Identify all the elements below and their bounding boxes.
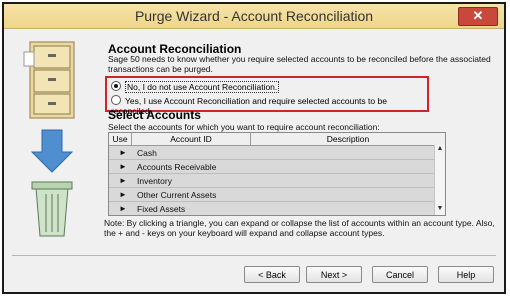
accounts-grid: Use Account ID Description ► Cash ► Accoun… [108,132,446,216]
back-button[interactable]: < Back [244,266,300,283]
table-row[interactable]: ► Cash [109,146,445,160]
account-type-label: Cash [137,147,157,158]
column-header-account-id: Account ID [132,133,251,145]
window-title: Purge Wizard - Account Reconciliation [134,8,374,24]
note-text: Note: By clicking a triangle, you can ex… [104,218,495,238]
footer-divider [12,255,496,256]
file-cabinet-icon [23,41,75,237]
account-type-label: Other Current Assets [137,189,217,200]
scroll-up-icon[interactable]: ▲ [435,145,445,155]
table-row[interactable]: ► Accounts Receivable [109,160,445,174]
expand-triangle-icon[interactable]: ► [109,190,137,199]
expand-triangle-icon[interactable]: ► [109,204,137,213]
help-button[interactable]: Help [438,266,494,283]
account-type-label: Fixed Assets [137,203,186,214]
account-type-label: Accounts Receivable [137,161,217,172]
close-button[interactable]: ✕ [458,7,498,26]
column-header-description: Description [326,134,370,144]
select-accounts-description: Select the accounts for which you want t… [108,122,380,132]
next-button[interactable]: Next > [306,266,362,283]
radio-unselected-icon[interactable] [111,95,121,105]
radio-selected-icon[interactable] [111,81,121,91]
cancel-button[interactable]: Cancel [372,266,428,283]
column-header-use: Use [109,133,132,145]
expand-triangle-icon[interactable]: ► [109,162,137,171]
table-row[interactable]: ► Other Current Assets [109,188,445,202]
expand-triangle-icon[interactable]: ► [109,148,137,157]
option-no-label: No, I do not use Account Reconciliation. [125,81,280,93]
title-bar: Purge Wizard - Account Reconciliation ✕ [4,4,504,29]
table-row[interactable]: ► Fixed Assets [109,202,445,215]
reconciliation-options-highlight: No, I do not use Account Reconciliation.… [105,76,429,116]
wizard-window: Purge Wizard - Account Reconciliation ✕ … [2,2,506,294]
section-description: Sage 50 needs to know whether you requir… [108,54,491,74]
scroll-down-icon[interactable]: ▼ [435,205,445,215]
account-type-label: Inventory [137,175,172,186]
option-no-reconciliation[interactable]: No, I do not use Account Reconciliation. [111,81,280,93]
table-row[interactable]: ► Inventory [109,174,445,188]
section-heading-select-accounts: Select Accounts [108,108,201,122]
grid-header: Use Account ID Description [109,133,445,146]
expand-triangle-icon[interactable]: ► [109,176,137,185]
grid-scrollbar[interactable]: ▲ ▼ [434,145,445,215]
wizard-illustration [8,32,96,256]
